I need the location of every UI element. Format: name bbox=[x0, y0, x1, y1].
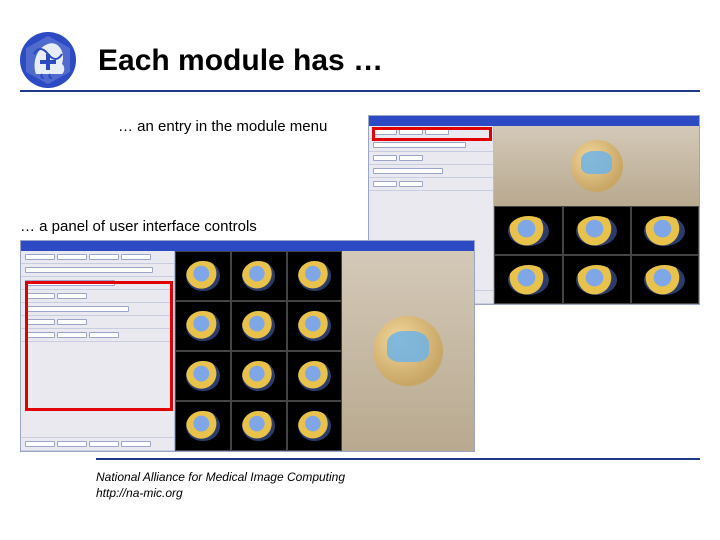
footer-text: National Alliance for Medical Image Comp… bbox=[96, 470, 345, 501]
slice-views bbox=[494, 206, 699, 304]
namic-logo-icon bbox=[18, 30, 78, 90]
title-divider bbox=[20, 90, 700, 92]
window-titlebar bbox=[21, 241, 474, 251]
caption-menu-entry: … an entry in the module menu bbox=[118, 118, 327, 135]
view-3d bbox=[342, 251, 474, 451]
screenshot-ui-panel bbox=[20, 240, 475, 452]
footer-url: http://na-mic.org bbox=[96, 486, 345, 502]
window-titlebar bbox=[369, 116, 699, 126]
caption-ui-panel: … a panel of user interface controls bbox=[20, 218, 257, 235]
slide-title: Each module has … bbox=[98, 44, 383, 78]
view-3d bbox=[494, 126, 699, 206]
module-panel bbox=[21, 251, 175, 451]
slice-views bbox=[175, 251, 342, 451]
footer-divider bbox=[96, 458, 700, 460]
footer-org: National Alliance for Medical Image Comp… bbox=[96, 470, 345, 486]
